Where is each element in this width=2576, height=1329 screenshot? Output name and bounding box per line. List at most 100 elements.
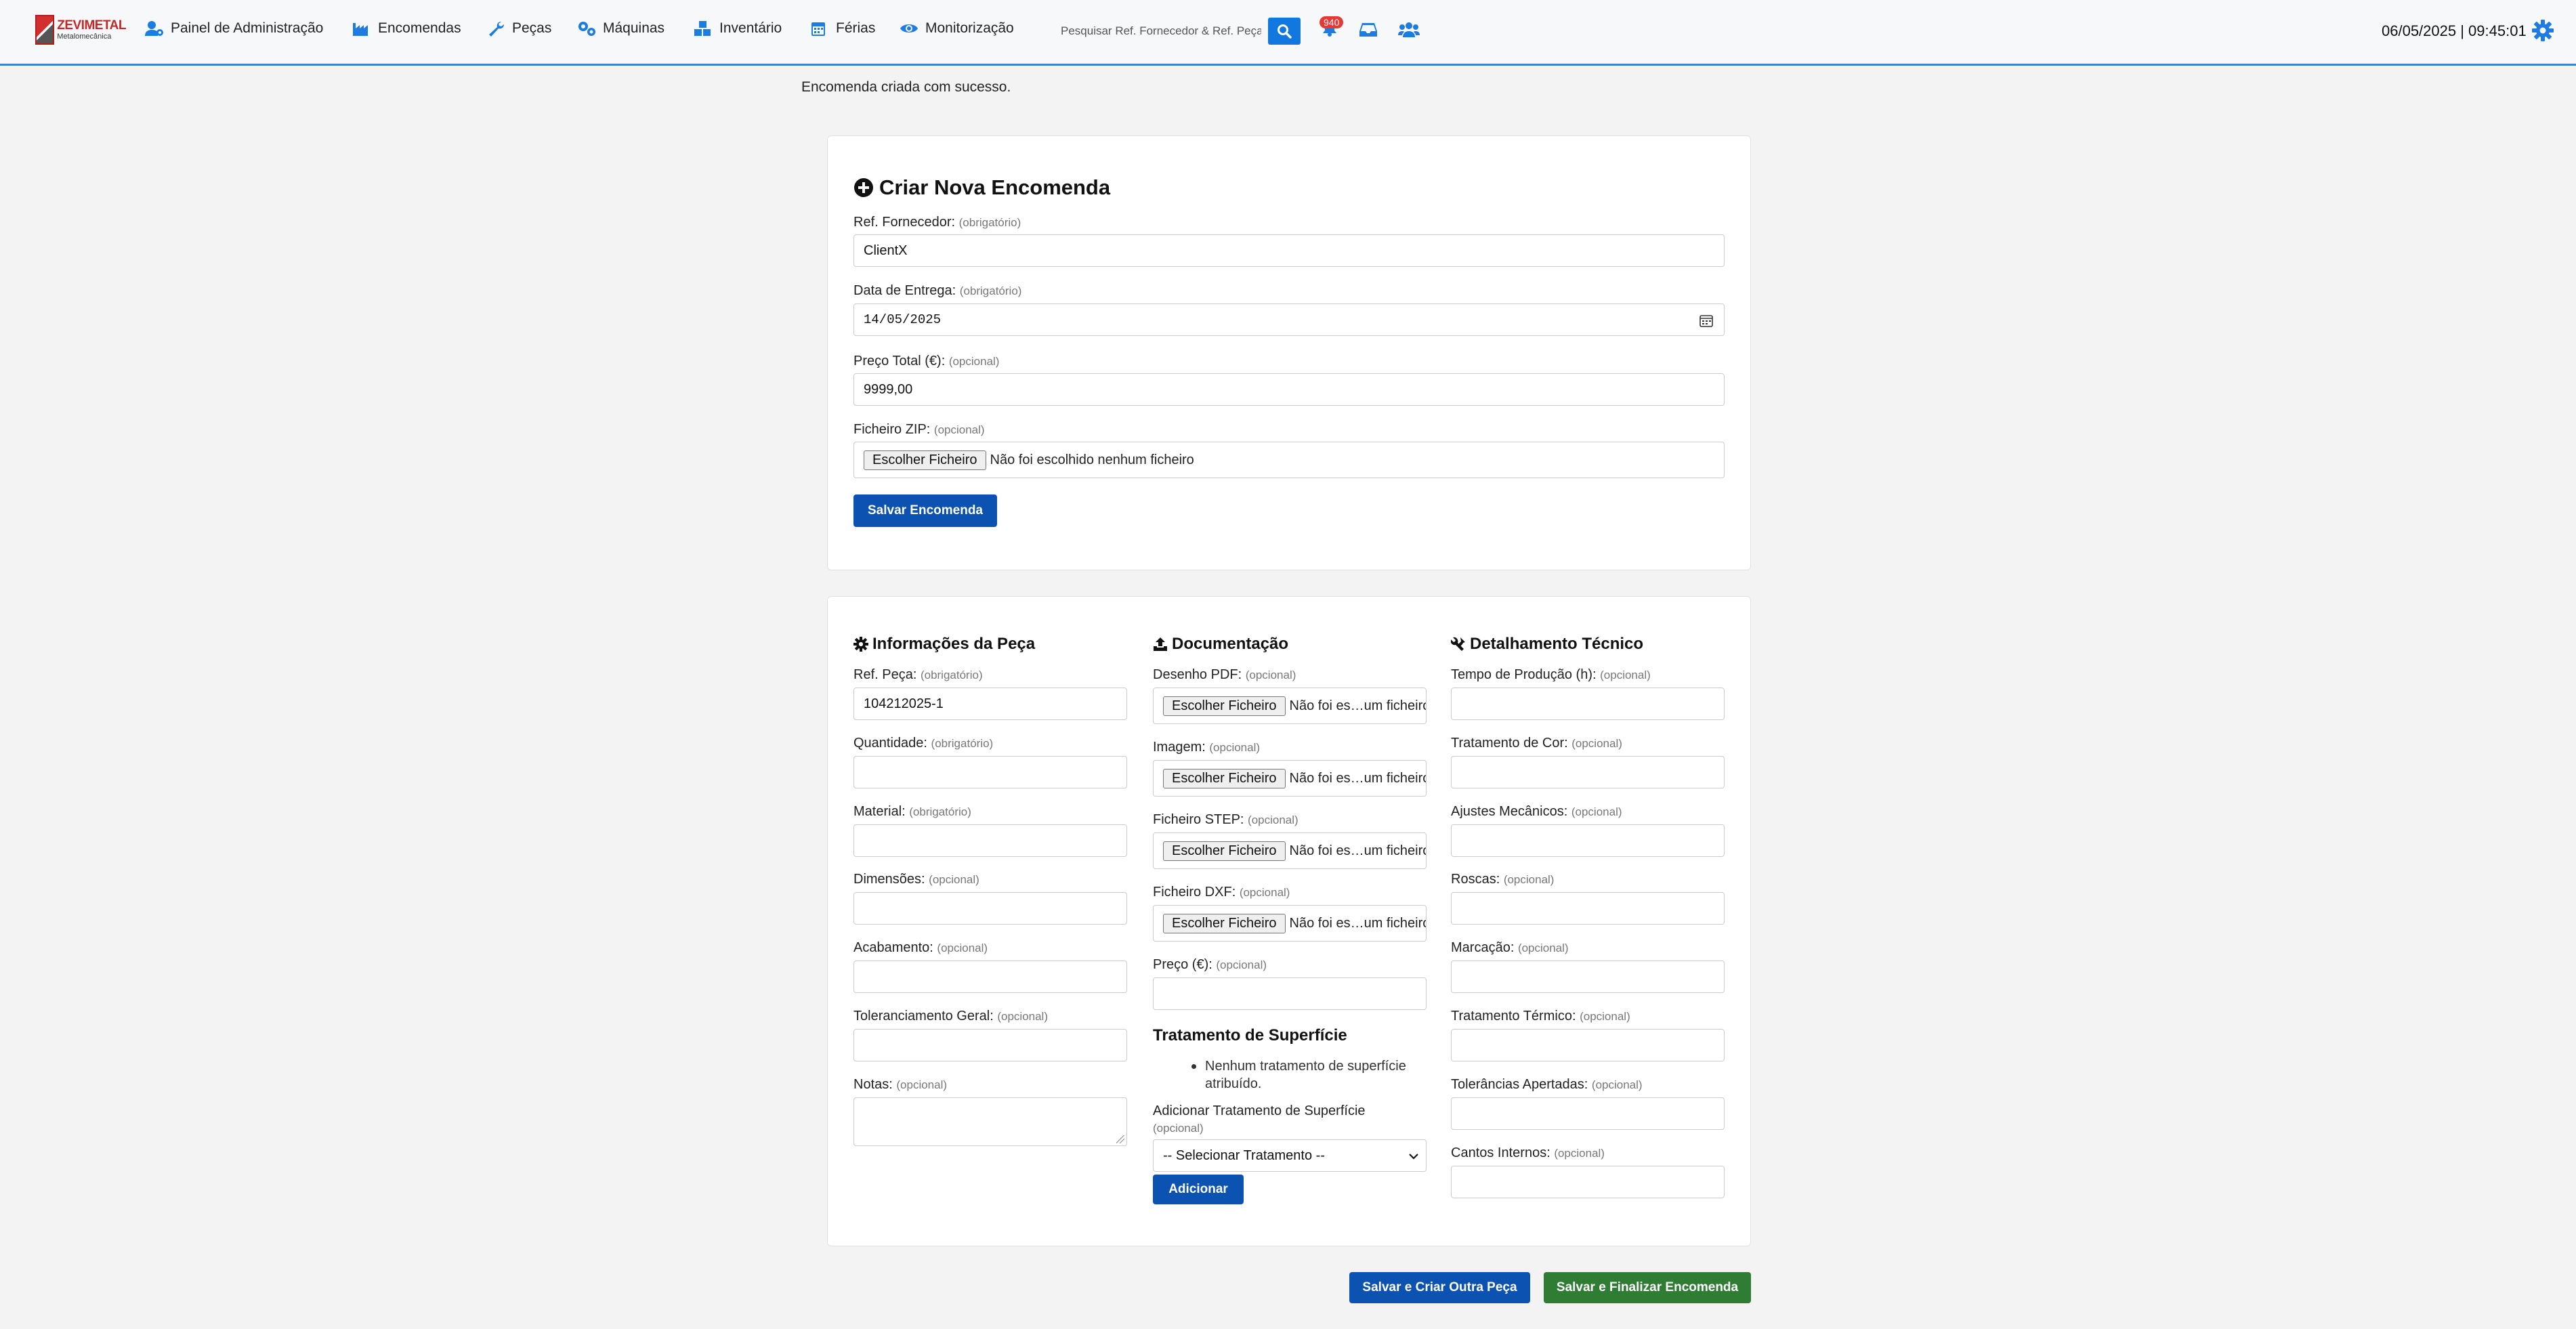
pdf-drawing-input: Escolher Ficheiro Não foi es…um ficheiro [1153,688,1427,724]
choose-step-button[interactable]: Escolher Ficheiro [1163,841,1286,861]
search-button[interactable] [1268,18,1301,45]
pdf-drawing-label: Desenho PDF: (opcional) [1153,667,1296,682]
notes-label: Notas: (opcional) [853,1077,948,1092]
heat-treatment-input[interactable] [1451,1029,1725,1061]
eye-icon [900,24,918,33]
internal-corners-input[interactable] [1451,1166,1725,1198]
chevron-down-icon [1409,1154,1418,1160]
brand-logo[interactable]: ZEVIMETAL Metalomecânica [35,15,126,45]
step-file-status: Não foi es…um ficheiro [1289,843,1427,858]
surface-treatment-empty-item: Nenhum tratamento de superfície atribuíd… [1191,1057,1429,1093]
add-surface-treatment-hint: (opcional) [1153,1122,1204,1135]
gear-icon [853,637,868,652]
step-file-input: Escolher Ficheiro Não foi es…um ficheiro [1153,832,1427,869]
part-info-title: Informações da Peça [853,635,1035,654]
save-order-button[interactable]: Salvar Encomenda [853,494,997,527]
dxf-file-status: Não foi es…um ficheiro [1289,915,1427,931]
choose-dxf-button[interactable]: Escolher Ficheiro [1163,913,1286,933]
textarea-resize-handle[interactable] [1116,1135,1124,1143]
choose-zip-file-button[interactable]: Escolher Ficheiro [864,450,986,470]
total-price-label: Preço Total (€): (opcional) [853,354,1000,368]
mechanical-adjustments-input[interactable] [1451,824,1725,857]
general-tolerance-input[interactable] [853,1029,1127,1061]
production-time-input[interactable] [1451,688,1725,720]
nav-item-vacations[interactable]: Férias [810,18,875,39]
tight-tolerances-input[interactable] [1451,1097,1725,1130]
settings-button[interactable] [2532,20,2554,45]
choose-image-button[interactable]: Escolher Ficheiro [1163,768,1286,788]
nav-item-label: Peças [512,20,552,36]
dxf-file-input: Escolher Ficheiro Não foi es…um ficheiro [1153,905,1427,942]
search-icon [1278,24,1292,39]
brand-tagline: Metalomecânica [57,33,112,41]
threads-input[interactable] [1451,892,1725,925]
notification-count-badge: 940 [1319,16,1344,28]
nav-item-machines[interactable]: Máquinas [577,18,664,39]
material-label: Material: (obrigatório) [853,804,971,819]
internal-corners-label: Cantos Internos: (opcional) [1451,1145,1605,1160]
material-input[interactable] [853,824,1127,857]
image-file-status: Não foi es…um ficheiro [1289,770,1427,786]
nav-item-orders[interactable]: Encomendas [352,18,461,39]
zip-file-input: Escolher Ficheiro Não foi escolhido nenh… [853,442,1725,478]
quantity-label: Quantidade: (obrigatório) [853,736,994,751]
add-surface-treatment-label: Adicionar Tratamento de Superfície [1153,1103,1366,1118]
step-file-label: Ficheiro STEP: (opcional) [1153,812,1298,827]
nav-item-parts[interactable]: Peças [486,18,551,39]
finish-input[interactable] [853,961,1127,993]
production-time-label: Tempo de Produção (h): (opcional) [1451,667,1651,682]
color-treatment-label: Tratamento de Cor: (opcional) [1451,736,1622,751]
search-input[interactable] [1054,18,1268,44]
nav-item-monitoring[interactable]: Monitorização [900,18,1014,39]
zip-file-label: Ficheiro ZIP: (opcional) [853,422,985,437]
user-gear-icon [145,21,163,36]
inbox-icon [1359,23,1377,37]
add-surface-treatment-button[interactable]: Adicionar [1153,1175,1244,1204]
upload-icon [1154,637,1167,651]
threads-label: Roscas: (opcional) [1451,872,1555,887]
save-and-create-another-part-button[interactable]: Salvar e Criar Outra Peça [1349,1272,1530,1303]
marking-input[interactable] [1451,961,1725,993]
nav-item-inventory[interactable]: Inventário [694,18,782,39]
order-form-card: Criar Nova Encomenda Ref. Fornecedor: (o… [827,135,1751,570]
mechanical-adjustments-label: Ajustes Mecânicos: (opcional) [1451,804,1622,819]
supplier-ref-label: Ref. Fornecedor: (obrigatório) [853,215,1021,230]
calendar-picker-icon[interactable] [1699,314,1713,327]
surface-treatment-select[interactable]: -- Selecionar Tratamento -- [1153,1139,1427,1172]
quantity-input[interactable] [853,756,1127,788]
dimensions-input[interactable] [853,892,1127,925]
finish-label: Acabamento: (opcional) [853,940,988,955]
calendar-icon [811,22,825,36]
part-ref-input[interactable] [853,688,1127,720]
plus-circle-icon [854,178,873,197]
nav-item-admin-panel[interactable]: Painel de Administração [145,18,323,39]
nav-item-label: Máquinas [603,20,665,36]
order-form-title: Criar Nova Encomenda [853,175,1110,200]
price-label: Preço (€): (opcional) [1153,957,1267,972]
notes-textarea[interactable] [853,1097,1127,1146]
current-datetime: 06/05/2025 | 09:45:01 [2382,22,2527,39]
tools-icon [1451,637,1465,651]
dxf-file-label: Ficheiro DXF: (opcional) [1153,885,1290,900]
color-treatment-input[interactable] [1451,756,1725,788]
delivery-date-input[interactable]: 14/05/2025 [853,303,1725,336]
tight-tolerances-label: Tolerâncias Apertadas: (opcional) [1451,1077,1643,1092]
supplier-ref-input[interactable] [853,234,1725,267]
price-input[interactable] [1153,977,1427,1010]
total-price-input[interactable] [853,373,1725,406]
wrench-icon [489,21,505,37]
nav-item-label: Painel de Administração [171,20,324,36]
technical-details-title: Detalhamento Técnico [1451,635,1643,654]
marking-label: Marcação: (opcional) [1451,940,1569,955]
zip-file-status: Não foi escolhido nenhum ficheiro [990,452,1194,467]
choose-pdf-button[interactable]: Escolher Ficheiro [1163,696,1286,716]
top-navbar: ZEVIMETAL Metalomecânica Painel de Admin… [0,0,2576,66]
save-and-finish-order-button[interactable]: Salvar e Finalizar Encomenda [1544,1272,1751,1303]
part-form-card: Informações da Peça Ref. Peça: (obrigató… [827,596,1751,1246]
part-ref-label: Ref. Peça: (obrigatório) [853,667,983,682]
heat-treatment-label: Tratamento Térmico: (opcional) [1451,1009,1630,1024]
inbox-button[interactable] [1359,22,1378,41]
brand-name: ZEVIMETAL [57,18,126,33]
success-message: Encomenda criada com sucesso. [801,79,1011,95]
users-button[interactable] [1398,22,1420,41]
